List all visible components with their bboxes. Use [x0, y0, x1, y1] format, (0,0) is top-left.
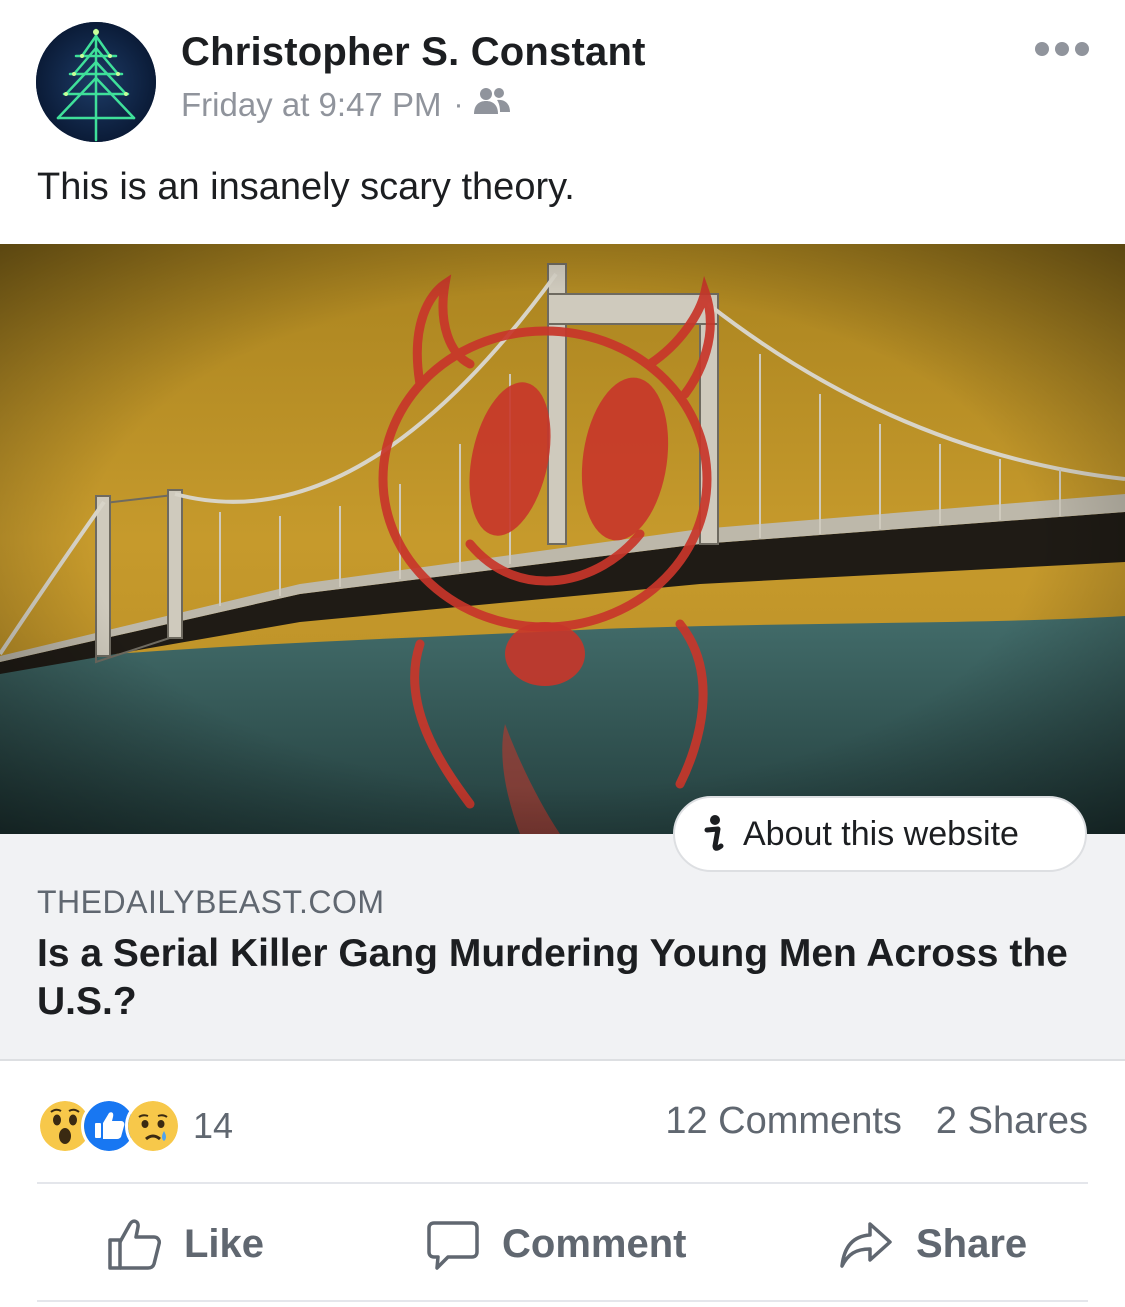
reactions-summary[interactable]: 14 — [37, 1098, 233, 1154]
share-button[interactable]: Share — [838, 1212, 1027, 1276]
about-this-website-label: About this website — [743, 814, 1019, 853]
reaction-count: 14 — [193, 1105, 234, 1146]
sad-reaction-icon — [125, 1098, 181, 1154]
post-timestamp[interactable]: Friday at 9:47 PM — [181, 86, 441, 124]
link-headline: Is a Serial Killer Gang Murdering Young … — [37, 932, 1068, 1023]
more-options-icon[interactable] — [1035, 42, 1089, 56]
friends-icon — [473, 86, 511, 124]
link-preview-image[interactable] — [0, 244, 1125, 834]
thumbs-up-icon — [108, 1219, 161, 1270]
shares-count[interactable]: 2 Shares — [936, 1100, 1088, 1143]
divider — [37, 1300, 1088, 1302]
comments-count[interactable]: 12 Comments — [665, 1100, 902, 1143]
share-label: Share — [916, 1221, 1028, 1266]
like-label: Like — [184, 1221, 265, 1266]
comment-icon — [427, 1221, 479, 1270]
avatar[interactable] — [36, 22, 156, 142]
engagement-counts: 12 Comments 2 Shares — [665, 1100, 1088, 1143]
author-name[interactable]: Christopher S. Constant — [181, 30, 646, 75]
like-button[interactable]: Like — [106, 1212, 264, 1276]
action-bar: Like Comment Share — [0, 1212, 1125, 1276]
comment-button[interactable]: Comment — [426, 1212, 686, 1276]
info-icon — [703, 814, 725, 854]
share-icon — [840, 1222, 892, 1268]
link-domain: THEDAILYBEAST.COM — [37, 884, 385, 920]
comment-label: Comment — [502, 1221, 687, 1266]
divider — [37, 1182, 1088, 1184]
meta-separator: · — [453, 88, 464, 121]
post-meta: Friday at 9:47 PM · — [181, 86, 511, 124]
about-this-website-button[interactable]: About this website — [673, 796, 1087, 872]
post-text: This is an insanely scary theory. — [37, 166, 575, 208]
